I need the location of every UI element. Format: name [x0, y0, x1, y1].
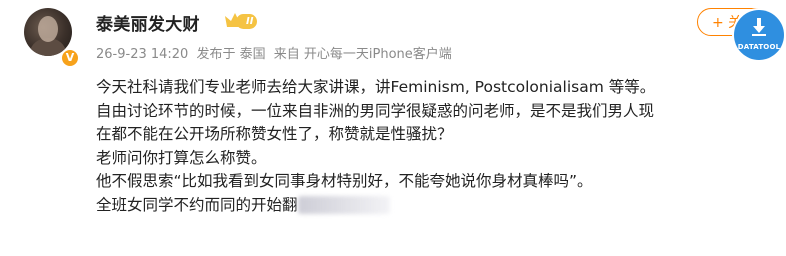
post-line: 自由讨论环节的时候，一位来自非洲的男同学很疑惑的问老师，是不是我们男人现 [96, 101, 655, 120]
post-line: 老师问你打算怎么称赞。 [96, 148, 267, 167]
datatool-download-badge[interactable]: DATATOOL [734, 10, 784, 60]
verified-badge: V [60, 48, 80, 68]
post-line: 全班女同学不约而同的开始翻 [96, 195, 298, 214]
post-line: 他不假思索“比如我看到女同事身材特别好，不能夸她说你身材真棒吗”。 [96, 172, 593, 190]
post-location: 发布于 泰国 [196, 47, 266, 62]
post-line: 在都不能在公开场所称赞女性了，称赞就是性骚扰？ [96, 125, 453, 143]
post-date[interactable]: 26-9-23 14:20 [96, 47, 188, 62]
post-line: 今天社科请我们专业老师去给大家讲课，讲Feminism, Postcolonia… [96, 78, 656, 96]
blurred-text [297, 196, 390, 214]
post-text: 今天社科请我们专业老师去给大家讲课，讲Feminism, Postcolonia… [96, 76, 776, 217]
post-meta: 26-9-23 14:20 发布于 泰国 来自 开心每一天iPhone客户端 [96, 43, 456, 62]
avatar-face [38, 16, 58, 42]
post-last-line: 全班女同学不约而同的开始翻 [96, 194, 776, 218]
datatool-label: DATATOOL [737, 43, 781, 51]
post-source: 来自 开心每一天iPhone客户端 [273, 47, 452, 62]
download-icon [752, 18, 766, 36]
user-name[interactable]: 泰美丽发大财 [96, 10, 200, 35]
level-badge: II [236, 14, 258, 29]
